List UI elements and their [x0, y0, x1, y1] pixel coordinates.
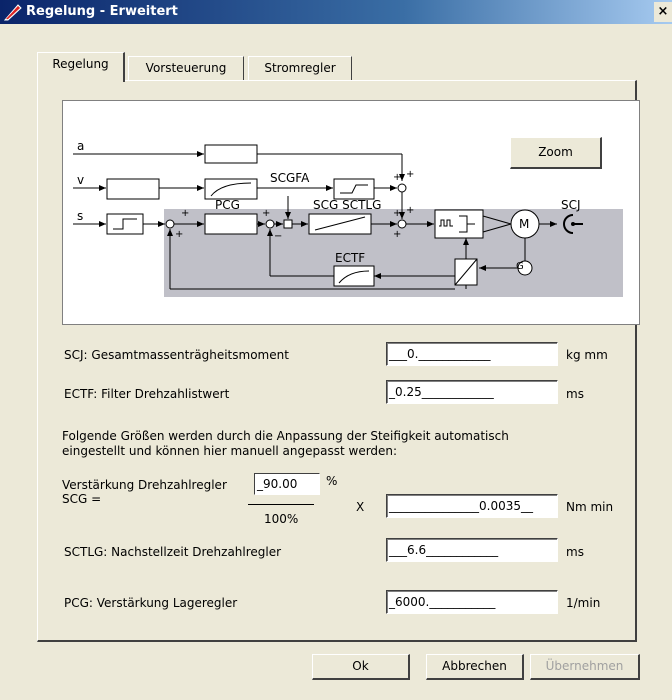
block-v2: [204, 178, 258, 200]
pcg-input[interactable]: _6000.___________: [386, 590, 558, 614]
block-ectf: [333, 265, 375, 287]
minus-sign: −: [274, 231, 283, 242]
tab-label: Stromregler: [264, 61, 336, 75]
ectf-input[interactable]: _0.25____________: [386, 380, 558, 404]
block-s: [106, 213, 144, 235]
app-icon: [4, 4, 22, 21]
sctlg-unit: ms: [566, 545, 584, 559]
scj-input[interactable]: ___0.____________: [386, 342, 558, 366]
plus-sign: +: [262, 208, 271, 219]
scj-unit: kg mm: [566, 348, 608, 362]
times-sign: X: [356, 500, 365, 514]
info-text-line1: Folgende Größen werden durch die Anpassu…: [62, 429, 509, 443]
block-scgfa-mult: [283, 219, 293, 229]
sum-s: [165, 219, 175, 229]
block-pcg: [204, 213, 258, 235]
plus-sign: +: [406, 205, 415, 216]
sctlg-field-label: SCTLG: Nachstellzeit Drehzahlregler: [64, 545, 282, 559]
apply-label: Übernehmen: [545, 659, 624, 673]
block-v1: [106, 178, 160, 200]
close-button[interactable]: ×: [654, 2, 672, 22]
control-block-diagram: a v s PCG SCGFA SCG SCTLG ECTF SCJ M G +…: [62, 100, 640, 325]
scg-unit: Nm min: [566, 500, 614, 514]
tab-regelung[interactable]: Regelung: [37, 52, 125, 82]
pcg-unit: 1/min: [566, 596, 601, 610]
sum-pcg: [265, 219, 275, 229]
plus-sign: +: [393, 172, 402, 183]
title-bar: Regelung - Erweitert ×: [0, 0, 672, 24]
scg-sctlg-label: SCG SCTLG: [313, 198, 382, 212]
cancel-button[interactable]: Abbrechen: [426, 654, 524, 680]
motor-label: M: [519, 217, 530, 231]
close-icon: ×: [657, 4, 669, 19]
scgfa-label: SCGFA: [270, 171, 310, 185]
tab-label: Regelung: [52, 57, 109, 71]
fraction-line: [248, 504, 314, 505]
block-a: [204, 144, 258, 164]
ok-label: Ok: [352, 659, 369, 673]
percent-sign: %: [326, 474, 338, 488]
plus-sign: +: [181, 208, 190, 219]
apply-button[interactable]: Übernehmen: [530, 654, 640, 680]
pcg-field-label: PCG: Verstärkung Lageregler: [64, 596, 238, 610]
scg-percent-input[interactable]: _90.00: [254, 473, 320, 495]
info-text-line2: eingestellt und können hier manuell ange…: [62, 444, 398, 458]
sum-v: [397, 183, 407, 193]
ectf-unit: ms: [566, 387, 584, 401]
scg-input[interactable]: _______________0.0035__: [386, 494, 558, 518]
plus-sign: +: [406, 169, 415, 180]
ectf-field-label: ECTF: Filter Drehzahlistwert: [64, 387, 230, 401]
block-inverter: [434, 209, 484, 239]
sctlg-input[interactable]: ___6.6____________: [386, 538, 558, 562]
encoder-label: G: [516, 261, 524, 272]
tab-label: Vorsteuerung: [145, 61, 227, 75]
ok-button[interactable]: Ok: [312, 654, 410, 680]
cancel-label: Abbrechen: [442, 659, 507, 673]
signal-v-label: v: [77, 173, 85, 187]
window-title: Regelung - Erweitert: [26, 4, 178, 19]
scg-label-line1: Verstärkung Drehzahlregler: [62, 478, 227, 492]
scj-label: SCJ: [561, 198, 581, 212]
sum-scg: [397, 219, 407, 229]
signal-a-label: a: [77, 139, 85, 153]
diagram-svg: [73, 144, 623, 297]
scj-field-label: SCJ: Gesamtmassenträgheitsmoment: [64, 348, 289, 362]
signal-s-label: s: [77, 209, 84, 223]
scg-label-line2: SCG =: [62, 492, 102, 506]
plus-sign: +: [393, 229, 402, 240]
pcg-label: PCG: [215, 198, 240, 212]
tab-stromregler[interactable]: Stromregler: [248, 56, 352, 80]
scg-denominator: 100%: [264, 512, 299, 526]
plus-sign: +: [175, 229, 184, 240]
zoom-button[interactable]: Zoom: [510, 137, 602, 169]
zoom-label: Zoom: [538, 145, 573, 159]
ectf-label: ECTF: [335, 251, 366, 265]
plus-sign: +: [393, 208, 402, 219]
tab-vorsteuerung[interactable]: Vorsteuerung: [128, 56, 244, 80]
